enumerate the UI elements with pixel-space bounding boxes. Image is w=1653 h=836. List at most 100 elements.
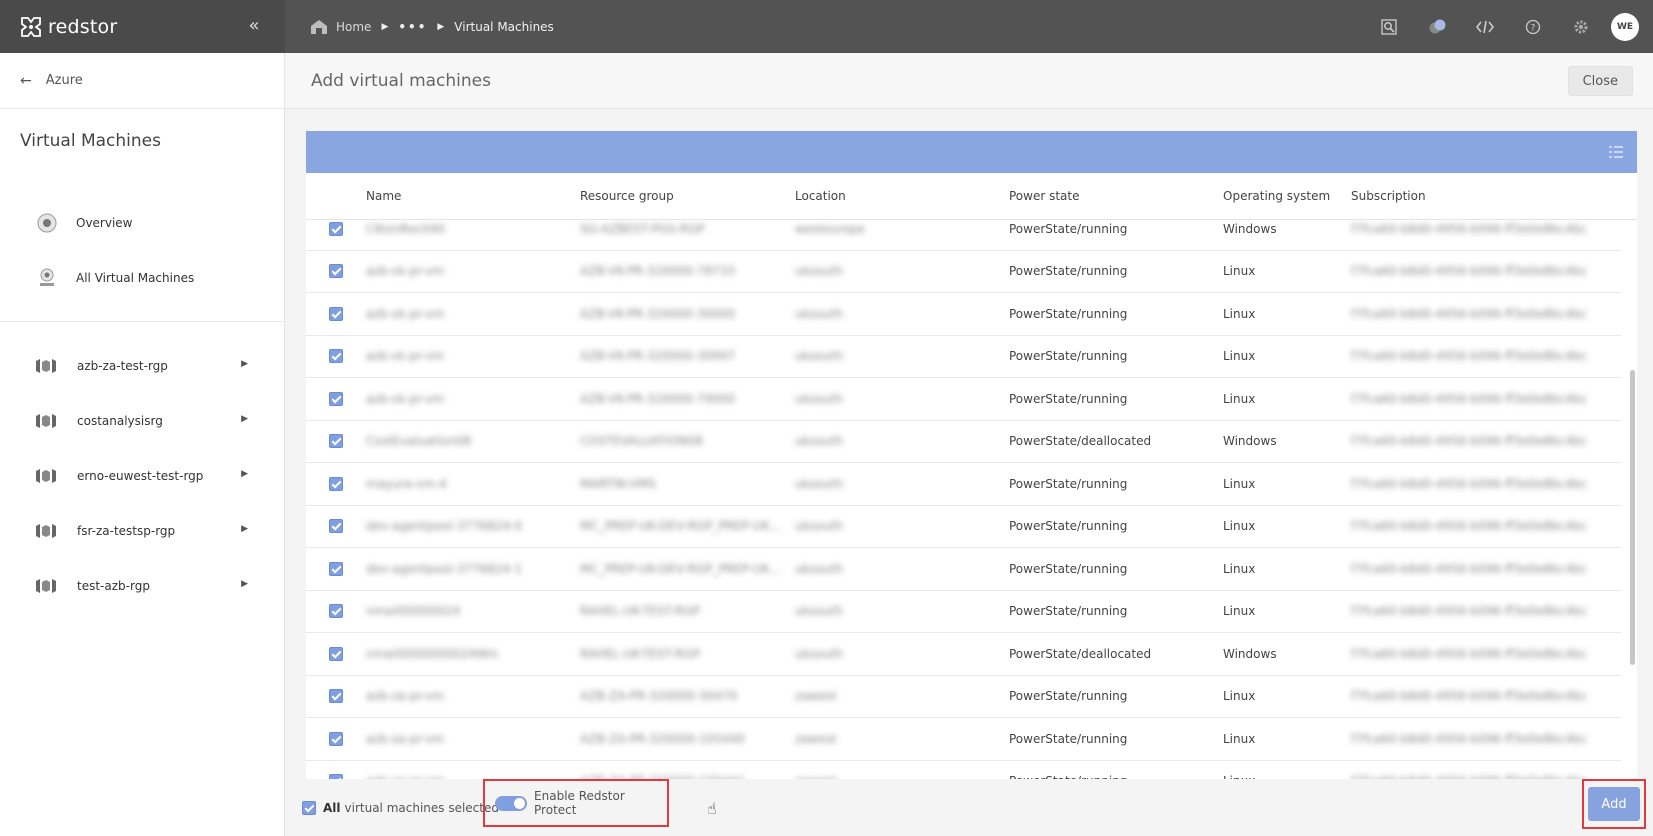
cell-location: uksouth [795, 476, 844, 491]
add-highlight: Add [1582, 779, 1646, 829]
resource-group-label: costanalysisrg [77, 413, 163, 428]
brand[interactable]: redstor [0, 0, 285, 53]
breadcrumb-ellipsis[interactable]: ••• [398, 20, 427, 34]
gear-icon[interactable] [1557, 0, 1605, 53]
caret-right-icon[interactable]: ▶ [241, 524, 248, 534]
table-row[interactable]: dev-agentpool-3776824-1 MC_PREP-UK-DEV-RG… [306, 548, 1621, 591]
resource-group-item[interactable]: fsr-za-testsp-rgp ▶ [0, 503, 284, 558]
column-header-power-state[interactable]: Power state [1009, 189, 1223, 203]
enable-protect-toggle[interactable] [495, 795, 528, 811]
cell-power-state: PowerState/running [1009, 689, 1128, 704]
row-checkbox[interactable] [329, 434, 343, 449]
vertical-scrollbar[interactable] [1630, 370, 1635, 665]
table-row[interactable]: nmail00000024 RAHEL-UK-TEST-RGP uksouth Pow… [306, 591, 1621, 633]
sidebar-item-all-virtual-machines[interactable]: All Virtual Machines [0, 250, 284, 305]
home-icon[interactable] [310, 19, 328, 35]
search-icon[interactable] [1365, 0, 1413, 53]
overview-icon [37, 213, 57, 232]
table-row[interactable]: azb-vk-pr-vm AZB-VK-PR-320000-79000 uksout… [306, 378, 1621, 421]
back-link[interactable]: ← Azure [0, 53, 284, 109]
row-checkbox[interactable] [329, 391, 343, 406]
table-row[interactable]: azb-za-pr-vmAZB-ZA-PR-320000-105441zawes… [306, 761, 1621, 779]
caret-right-icon[interactable]: ▶ [241, 579, 248, 589]
enable-protect-label: Enable Redstor Protect [534, 789, 625, 817]
table-row[interactable]: C8ionRoc040 SG-AZBEST-PGS-RGP westeurope Po… [306, 220, 1621, 251]
cell-name: azb-za-pr-vm [366, 731, 445, 746]
table-row[interactable]: azb-vk-pr-vm AZB-VK-PR-320000-78733 uksout… [306, 251, 1621, 293]
select-all-checkbox[interactable] [302, 801, 316, 815]
cell-location: uksouth [795, 646, 844, 661]
column-header-resource-group[interactable]: Resource group [580, 189, 795, 203]
breadcrumb-current: Virtual Machines [454, 19, 554, 34]
row-checkbox[interactable] [329, 731, 343, 746]
resource-group-label: azb-za-test-rgp [77, 358, 168, 373]
table-row[interactable]: azb-za-pr-vm AZB-ZA-PR-320000-105440 zawes… [306, 718, 1621, 761]
row-checkbox[interactable] [329, 221, 343, 236]
column-header-operating-system[interactable]: Operating system [1223, 189, 1351, 203]
avatar[interactable]: WE [1611, 12, 1639, 41]
chevron-right-icon: ▶ [381, 21, 389, 32]
table-row[interactable]: CostEvaluation08 COSTEVALUATION08 uksouth P… [306, 421, 1621, 463]
add-button[interactable]: Add [1588, 787, 1640, 821]
row-checkbox[interactable] [329, 476, 343, 491]
table-row[interactable]: mayura-vm-4 MARTIN-VMS uksouth PowerState/r… [306, 463, 1621, 506]
column-header-name[interactable]: Name [366, 189, 580, 203]
row-checkbox-cell [306, 476, 366, 491]
resource-group-item[interactable]: azb-za-test-rgp ▶ [0, 338, 284, 393]
cell-resource-group: SG-AZBEST-PGS-RGP [580, 221, 705, 236]
row-checkbox[interactable] [329, 689, 343, 704]
row-checkbox[interactable] [329, 519, 343, 534]
column-header-location[interactable]: Location [795, 189, 1009, 203]
cell-power-state: PowerState/running [1009, 519, 1128, 534]
table-row[interactable]: azb-za-pr-vm AZB-ZA-PR-320000-30470 zawest… [306, 676, 1621, 718]
cell-operating-system: Windows [1223, 221, 1277, 236]
cell-name: mayura-vm-4 [366, 476, 447, 491]
cell-operating-system: Linux [1223, 306, 1256, 321]
resource-group-item[interactable]: erno-euwest-test-rgp ▶ [0, 448, 284, 503]
select-all-label: virtual machines selected [344, 801, 499, 815]
table-row[interactable]: dev-agentpool-3776824-0 MC_PREP-UK-DEV-RG… [306, 506, 1621, 548]
cell-power-state: PowerState/deallocated [1009, 646, 1152, 661]
breadcrumb-home[interactable]: Home [336, 20, 371, 34]
column-list-icon[interactable] [1609, 145, 1623, 159]
row-checkbox[interactable] [329, 306, 343, 321]
row-checkbox[interactable] [329, 604, 343, 619]
resource-group-item[interactable]: test-azb-rgp ▶ [0, 558, 284, 613]
caret-right-icon[interactable]: ▶ [241, 469, 248, 479]
row-checkbox[interactable] [329, 646, 343, 661]
main-header: Add virtual machines Close [286, 53, 1653, 109]
cell-subscription: f7fca60-b8d0-4956-b096-ff3e0e8bc4bc [1351, 689, 1588, 704]
cell-operating-system: Windows [1223, 646, 1277, 661]
cell-resource-group: COSTEVALUATION08 [580, 434, 703, 449]
chat-icon[interactable] [1413, 0, 1461, 53]
sidebar: ← Azure Virtual Machines Overview All Vi… [0, 53, 285, 836]
resource-group-item[interactable]: costanalysisrg ▶ [0, 393, 284, 448]
chevron-right-icon: ▶ [437, 21, 445, 32]
sidebar-title: Virtual Machines [20, 131, 161, 151]
collapse-sidebar-icon[interactable]: « [244, 16, 264, 36]
table-body[interactable]: C8ionRoc040 SG-AZBEST-PGS-RGP westeurope Po… [306, 220, 1637, 779]
header-actions: ? WE [1365, 0, 1653, 53]
caret-right-icon[interactable]: ▶ [241, 414, 248, 424]
sidebar-item-overview[interactable]: Overview [0, 195, 284, 250]
cell-name: dev-agentpool-3776824-1 [366, 561, 523, 576]
sidebar-item-label: Overview [76, 215, 133, 230]
cell-resource-group: AZB-VK-PR-320000-30000 [580, 306, 736, 321]
cell-name: C8ionRoc040 [366, 221, 445, 236]
close-button[interactable]: Close [1567, 66, 1633, 96]
column-header-subscription[interactable]: Subscription [1351, 189, 1611, 203]
select-all[interactable]: All virtual machines selected [302, 801, 499, 815]
caret-right-icon[interactable]: ▶ [241, 359, 248, 369]
row-checkbox[interactable] [329, 349, 343, 364]
code-icon[interactable] [1461, 0, 1509, 53]
help-icon[interactable]: ? [1509, 0, 1557, 53]
vm-icon [40, 268, 54, 286]
row-checkbox[interactable] [329, 264, 343, 279]
table-row[interactable]: nmail0000000024Win RAHEL-UK-TEST-RGP uksou… [306, 633, 1621, 676]
table-row[interactable]: azb-vk-pr-vm AZB-VK-PR-320000-30000 uksout… [306, 293, 1621, 336]
table-row[interactable]: azb-vk-pr-vm AZB-VK-PR-320000-30997 uksout… [306, 336, 1621, 378]
row-checkbox-cell [306, 306, 366, 321]
cell-resource-group: AZB-VK-PR-320000-78733 [580, 264, 736, 279]
resource-group-label: test-azb-rgp [77, 578, 150, 593]
row-checkbox[interactable] [329, 561, 343, 576]
